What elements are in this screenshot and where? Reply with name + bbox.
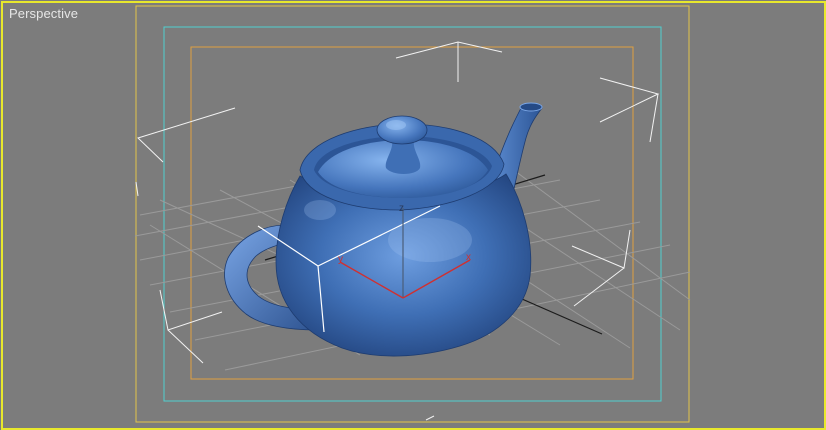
gizmo-z-label: z <box>399 203 404 214</box>
gizmo-y-label: y <box>338 254 343 265</box>
gizmo-x-label: x <box>466 252 471 263</box>
teapot-object[interactable] <box>224 102 543 357</box>
perspective-viewport[interactable]: Perspective z x y <box>0 0 826 430</box>
viewport-scene[interactable]: z x y <box>0 0 826 430</box>
